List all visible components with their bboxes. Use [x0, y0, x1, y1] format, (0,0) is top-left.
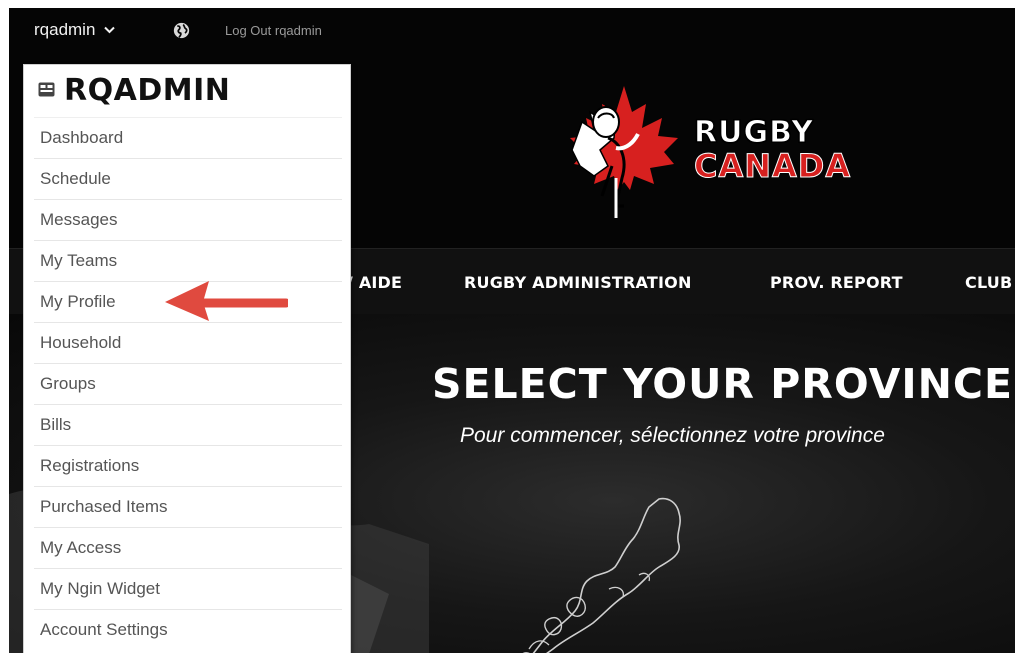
dropdown-item-list: Dashboard Schedule Messages My Teams My …: [34, 117, 342, 650]
user-dropdown-menu: RQADMIN Dashboard Schedule Messages My T…: [23, 64, 351, 653]
user-badge-icon: [38, 82, 55, 97]
menu-item-household[interactable]: Household: [34, 322, 342, 363]
nav-item-club[interactable]: CLUB: [965, 273, 1012, 292]
menu-item-purchased-items[interactable]: Purchased Items: [34, 486, 342, 527]
menu-item-my-teams[interactable]: My Teams: [34, 240, 342, 281]
canada-map[interactable]: [509, 489, 769, 653]
logo-line-1: RUGBY: [693, 115, 815, 150]
nav-item-prov-report[interactable]: PROV. REPORT: [770, 273, 903, 292]
menu-item-bills[interactable]: Bills: [34, 404, 342, 445]
menu-item-account-settings[interactable]: Account Settings: [34, 609, 342, 650]
nav-item-rugby-administration[interactable]: RUGBY ADMINISTRATION: [464, 273, 692, 292]
menu-item-schedule[interactable]: Schedule: [34, 158, 342, 199]
username-label: rqadmin: [34, 20, 96, 39]
logo-line-2: CANADA: [693, 147, 852, 185]
maple-leaf-player-icon: [570, 86, 678, 218]
logout-link[interactable]: Log Out rqadmin: [225, 23, 322, 38]
user-menu-toggle[interactable]: rqadmin: [34, 20, 115, 40]
menu-item-my-ngin-widget[interactable]: My Ngin Widget: [34, 568, 342, 609]
menu-item-registrations[interactable]: Registrations: [34, 445, 342, 486]
menu-item-my-access[interactable]: My Access: [34, 527, 342, 568]
annotation-arrow-icon: [165, 281, 288, 321]
menu-item-groups[interactable]: Groups: [34, 363, 342, 404]
dropdown-title: RQADMIN: [64, 73, 231, 108]
menu-item-messages[interactable]: Messages: [34, 199, 342, 240]
nav-item-aide[interactable]: / AIDE: [347, 273, 402, 292]
logo-wordmark: RUGBY CANADA: [693, 115, 852, 185]
globe-icon[interactable]: [173, 22, 190, 39]
top-bar: rqadmin Log Out rqadmin: [9, 8, 1015, 52]
menu-item-dashboard[interactable]: Dashboard: [34, 117, 342, 158]
dropdown-header: RQADMIN: [24, 65, 350, 117]
hero-subtitle: Pour commencer, sélectionnez votre provi…: [460, 424, 885, 447]
rugby-canada-logo[interactable]: RUGBY CANADA: [554, 78, 884, 228]
site-frame: rqadmin Log Out rqadmin RUGBY CANADA / A…: [9, 8, 1015, 653]
chevron-down-icon: [104, 26, 115, 34]
